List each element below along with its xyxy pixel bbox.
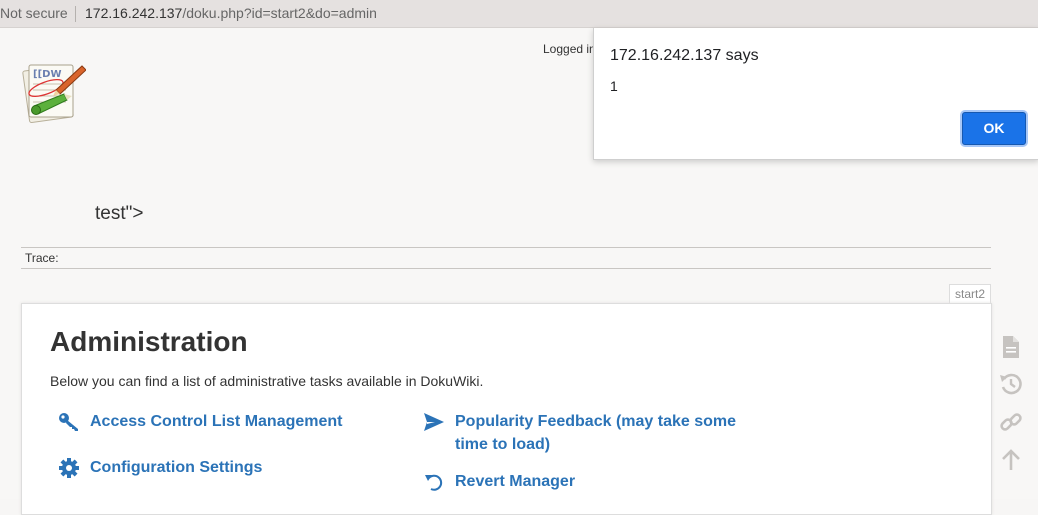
back-to-top-icon[interactable] [998,447,1024,473]
page-content: Administration Below you can find a list… [21,303,992,515]
url-host: 172.16.242.137 [85,5,183,21]
dokuwiki-logo[interactable]: [[DW [20,60,86,126]
admin-item-label[interactable]: Popularity Feedback (may take some time … [455,410,773,456]
url-text[interactable]: 172.16.242.137/doku.php?id=start2&do=adm… [85,0,377,27]
admin-item-revert[interactable]: Revert Manager [423,470,763,494]
admin-item-label[interactable]: Configuration Settings [90,456,262,479]
revert-icon [425,474,443,491]
admin-item-acl[interactable]: Access Control List Management [58,410,398,434]
browser-address-bar[interactable]: Not secure 172.16.242.137/doku.php?id=st… [0,0,1038,28]
admin-item-popularity[interactable]: Popularity Feedback (may take some time … [423,410,773,458]
show-page-icon[interactable] [998,334,1024,360]
dialog-message: 1 [610,78,618,94]
security-indicator[interactable]: Not secure [0,0,68,27]
key-icon [59,413,78,431]
url-path: /doku.php?id=start2&do=admin [182,5,377,21]
svg-text:[[DW: [[DW [33,69,61,80]
user-info: Logged in [543,42,596,56]
page-intro: Below you can find a list of administrat… [50,373,484,389]
old-revisions-icon[interactable] [998,371,1024,397]
send-icon [424,413,444,431]
breadcrumb-divider-top [21,247,991,248]
dialog-title: 172.16.242.137 says [610,47,759,64]
admin-item-config[interactable]: Configuration Settings [58,456,398,480]
page-id-tab: start2 [949,284,992,304]
address-bar-divider [75,6,76,22]
alert-dialog: 172.16.242.137 says 1 OK [593,28,1038,160]
backlinks-icon[interactable] [998,409,1024,435]
ok-button[interactable]: OK [962,112,1026,145]
breadcrumb-divider-bottom [21,268,991,269]
admin-item-label[interactable]: Revert Manager [455,470,575,493]
admin-item-label[interactable]: Access Control List Management [90,410,343,433]
injected-text: test"> [95,203,144,224]
breadcrumb: Trace: [25,251,59,265]
page-title: Administration [50,326,248,357]
gear-icon [59,458,79,478]
